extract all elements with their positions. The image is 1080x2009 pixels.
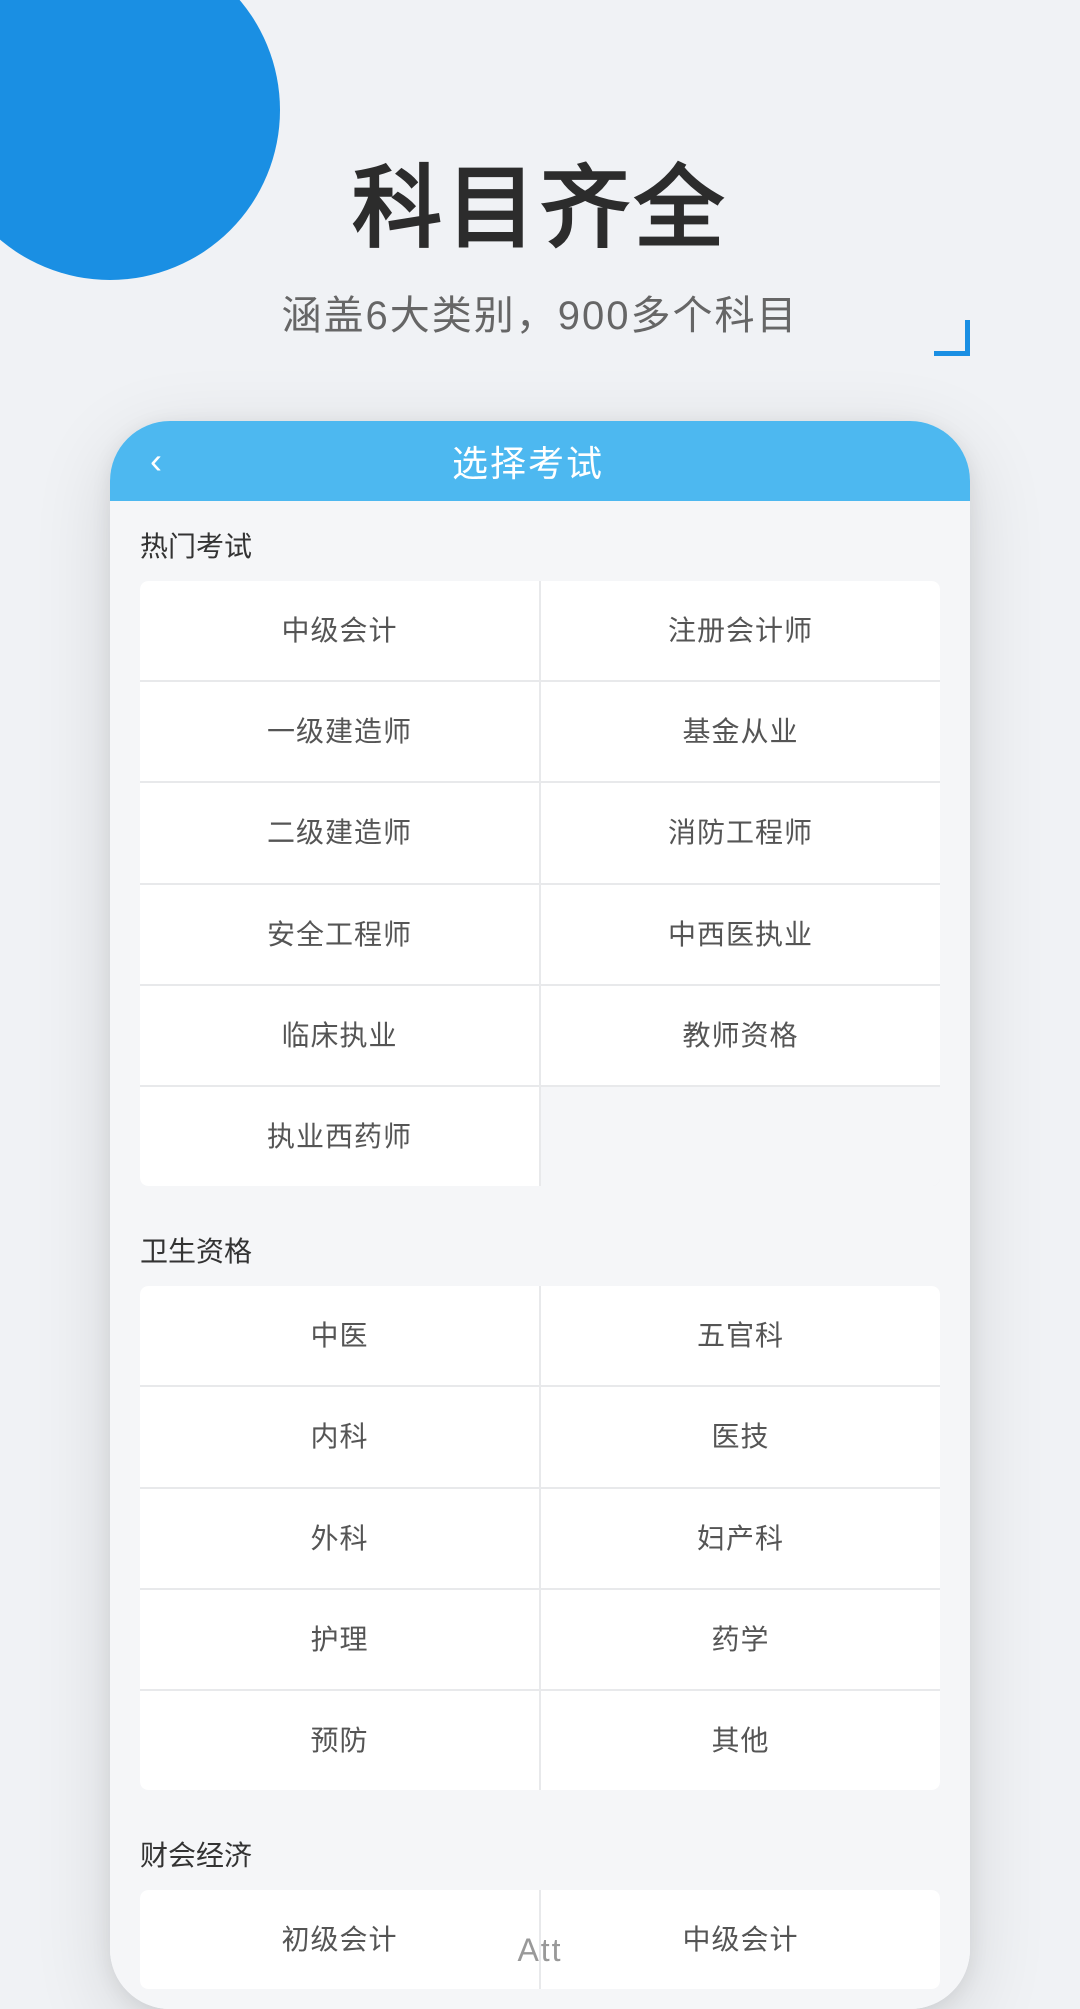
list-item-empty [541,1087,940,1186]
main-title: 科目齐全 [0,160,1080,259]
list-item[interactable]: 中级会计 [541,1890,940,1989]
back-button[interactable]: ‹ [140,430,172,492]
list-item[interactable]: 内科 [140,1387,539,1486]
section-label-hot: 热门考试 [110,501,970,581]
list-item[interactable]: 执业西药师 [140,1087,539,1186]
nav-title: 选择考试 [172,435,884,487]
list-item[interactable]: 妇产科 [541,1489,940,1588]
list-item[interactable]: 药学 [541,1590,940,1689]
section-label-health: 卫生资格 [110,1206,970,1286]
list-item[interactable]: 一级建造师 [140,682,539,781]
section-label-finance: 财会经济 [110,1810,970,1890]
content-area: 热门考试 中级会计 注册会计师 一级建造师 基金从业 二级建造师 消防工程师 安… [110,501,970,2009]
hot-exams-grid: 中级会计 注册会计师 一级建造师 基金从业 二级建造师 消防工程师 安全工程师 … [140,581,940,1186]
phone-wrapper: ‹ 选择考试 热门考试 中级会计 注册会计师 一级建造师 基金从业 二级建造师 … [110,421,970,2009]
list-item[interactable]: 注册会计师 [541,581,940,680]
list-item[interactable]: 教师资格 [541,986,940,1085]
list-item[interactable]: 二级建造师 [140,783,539,882]
list-item[interactable]: 其他 [541,1691,940,1790]
list-item[interactable]: 外科 [140,1489,539,1588]
list-item[interactable]: 护理 [140,1590,539,1689]
list-item[interactable]: 安全工程师 [140,885,539,984]
phone-mockup: ‹ 选择考试 热门考试 中级会计 注册会计师 一级建造师 基金从业 二级建造师 … [110,421,970,2009]
carrier-text: Att [517,1932,562,1969]
list-item[interactable]: 预防 [140,1691,539,1790]
list-item[interactable]: 五官科 [541,1286,940,1385]
header-section: 科目齐全 涵盖6大类别，900多个科目 [0,0,1080,341]
list-item[interactable]: 消防工程师 [541,783,940,882]
list-item[interactable]: 临床执业 [140,986,539,1085]
list-item[interactable]: 中级会计 [140,581,539,680]
health-grid: 中医 五官科 内科 医技 外科 妇产科 护理 药学 预防 其他 [140,1286,940,1790]
list-item[interactable]: 中医 [140,1286,539,1385]
nav-bar: ‹ 选择考试 [110,421,970,501]
list-item[interactable]: 中西医执业 [541,885,940,984]
list-item[interactable]: 医技 [541,1387,940,1486]
sub-title: 涵盖6大类别，900多个科目 [0,283,1080,341]
list-item[interactable]: 初级会计 [140,1890,539,1989]
list-item[interactable]: 基金从业 [541,682,940,781]
